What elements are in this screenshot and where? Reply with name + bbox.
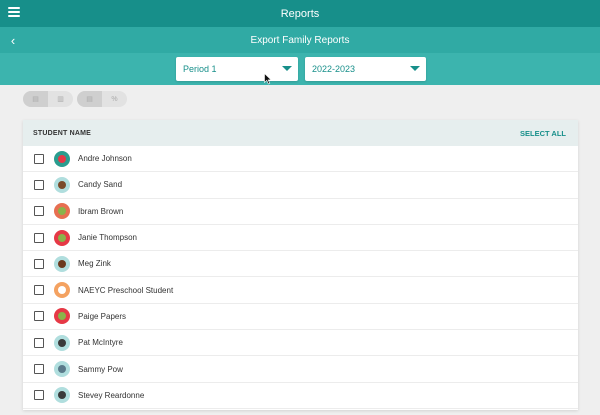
view-toggle-group: ▤ ▥ (23, 91, 73, 107)
page-title: Export Family Reports (250, 34, 350, 46)
avatar-figure (58, 286, 66, 295)
student-checkbox[interactable] (34, 390, 44, 401)
student-name: Sammy Pow (78, 364, 123, 374)
student-checkbox[interactable] (34, 153, 44, 164)
table-row[interactable]: Andre Johnson (23, 146, 578, 173)
table-row[interactable]: Ibram Brown (23, 199, 578, 225)
table-row[interactable]: Sammy Pow (23, 356, 578, 383)
percent-icon[interactable]: % (102, 91, 127, 107)
avatar-figure (58, 365, 66, 374)
year-select-value: 2022-2023 (312, 64, 356, 74)
avatar-figure (58, 154, 66, 163)
list-icon[interactable]: ▤ (77, 91, 102, 107)
avatar (54, 334, 70, 351)
filter-bar: Period 1 2022-2023 (0, 53, 600, 85)
avatar (54, 308, 70, 325)
student-name: Meg Zink (78, 259, 111, 269)
table-row[interactable]: Janie Thompson (23, 225, 578, 252)
avatar (54, 150, 70, 167)
avatar (54, 203, 70, 220)
student-name: Janie Thompson (78, 233, 137, 243)
student-name: Paige Papers (78, 311, 127, 321)
student-list: Andre Johnson Candy Sand Ibram Brown Janie … (23, 146, 578, 409)
student-list-card: STUDENT NAME SELECT ALL Andre Johnson Can… (23, 120, 578, 410)
avatar (54, 361, 70, 378)
select-all-button[interactable]: SELECT ALL (520, 129, 566, 138)
table-icon[interactable]: ▤ (23, 91, 48, 107)
student-name-column-header: STUDENT NAME (33, 129, 92, 137)
avatar-figure (58, 391, 66, 400)
avatar-figure (58, 180, 66, 189)
table-row[interactable]: Pat McIntyre (23, 330, 578, 357)
table-row[interactable]: Stevey Reardonne (23, 383, 578, 409)
avatar (54, 282, 70, 299)
view-toggle-group: ▤% (77, 91, 127, 107)
avatar-figure (58, 312, 66, 321)
table-row[interactable]: Meg Zink (23, 251, 578, 278)
period-select[interactable]: Period 1 (176, 57, 298, 81)
student-checkbox[interactable] (34, 258, 44, 269)
hamburger-menu-icon[interactable] (8, 7, 20, 17)
avatar-figure (58, 207, 66, 216)
student-checkbox[interactable] (34, 179, 44, 190)
chevron-left-icon[interactable]: ‹ (6, 32, 20, 48)
period-select-value: Period 1 (183, 64, 217, 74)
caret-down-icon (410, 66, 420, 71)
caret-down-icon (282, 66, 292, 71)
student-name: Andre Johnson (78, 154, 132, 164)
avatar (54, 176, 70, 193)
student-checkbox[interactable] (34, 285, 44, 296)
student-name: Pat McIntyre (78, 338, 123, 348)
student-checkbox[interactable] (34, 364, 44, 375)
year-select[interactable]: 2022-2023 (305, 57, 426, 81)
bar-chart-icon[interactable]: ▥ (48, 91, 73, 107)
app-title: Reports (280, 7, 320, 20)
avatar-figure (58, 233, 66, 242)
mouse-cursor-icon (264, 73, 272, 85)
table-row[interactable]: Candy Sand (23, 172, 578, 199)
avatar (54, 387, 70, 404)
page-header: ‹ Export Family Reports (0, 27, 600, 53)
table-row[interactable]: Paige Papers (23, 304, 578, 331)
student-checkbox[interactable] (34, 232, 44, 243)
student-name: NAEYC Preschool Student (78, 285, 174, 295)
student-checkbox[interactable] (34, 337, 44, 348)
student-name: Candy Sand (78, 180, 123, 190)
avatar (54, 255, 70, 272)
student-name: Stevey Reardonne (78, 390, 145, 400)
avatar-figure (58, 338, 66, 347)
student-checkbox[interactable] (34, 311, 44, 322)
student-checkbox[interactable] (34, 206, 44, 217)
avatar-figure (58, 259, 66, 268)
app-header: Reports (0, 0, 600, 27)
avatar (54, 229, 70, 246)
student-name: Ibram Brown (78, 206, 124, 216)
table-header: STUDENT NAME SELECT ALL (23, 120, 578, 146)
table-row[interactable]: NAEYC Preschool Student (23, 277, 578, 304)
